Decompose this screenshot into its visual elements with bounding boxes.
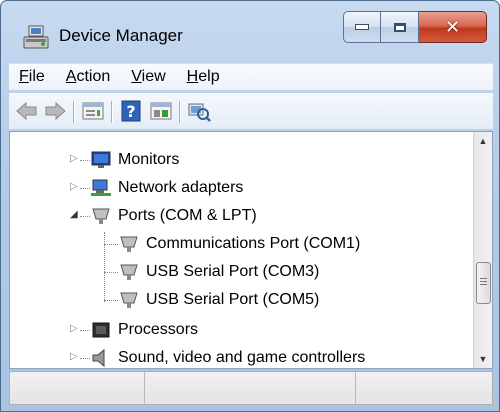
- device-manager-window: Device Manager ✕ File Action View Help ?…: [0, 0, 500, 412]
- tree-node-com5[interactable]: USB Serial Port (COM5): [118, 286, 319, 314]
- tree-connector: [104, 300, 118, 301]
- tree-node-monitors[interactable]: Monitors: [90, 146, 179, 174]
- maximize-icon: [393, 22, 406, 32]
- toolbar: ?: [9, 93, 493, 130]
- tree-connector: [80, 160, 90, 161]
- scrollbar-thumb[interactable]: [476, 262, 491, 304]
- scroll-down-arrow-icon[interactable]: ▼: [474, 350, 492, 368]
- minimize-button[interactable]: [343, 11, 381, 43]
- port-icon: [120, 236, 138, 252]
- maximize-button[interactable]: [381, 11, 419, 43]
- speaker-icon: [92, 348, 105, 368]
- monitor-icon: [91, 151, 111, 168]
- network-adapter-icon: [91, 179, 111, 196]
- menu-view[interactable]: View: [131, 68, 165, 86]
- device-tree[interactable]: ▷ Monitors ▷ Network adapters ◢ Ports (C…: [9, 131, 493, 369]
- close-icon: ✕: [444, 16, 461, 38]
- window-title: Device Manager: [59, 26, 183, 45]
- properties-icon[interactable]: [81, 99, 105, 123]
- tree-node-com1[interactable]: Communications Port (COM1): [118, 230, 360, 258]
- tree-node-com3[interactable]: USB Serial Port (COM3): [118, 258, 319, 286]
- device-manager-icon: [23, 25, 49, 49]
- tree-node-sound[interactable]: Sound, video and game controllers: [90, 344, 365, 368]
- update-driver-icon[interactable]: [149, 99, 173, 123]
- expand-arrow-icon[interactable]: ▷: [70, 351, 78, 362]
- expand-arrow-icon[interactable]: ▷: [70, 323, 78, 334]
- vertical-scrollbar[interactable]: ▲ ▼: [473, 132, 492, 368]
- menu-file[interactable]: File: [19, 68, 45, 86]
- grip-line: [480, 284, 487, 285]
- tree-connector: [104, 272, 118, 273]
- title-bar[interactable]: Device Manager ✕: [1, 1, 499, 63]
- tree-connector: [80, 358, 90, 359]
- grip-line: [480, 278, 487, 279]
- scan-hardware-icon[interactable]: [187, 99, 211, 123]
- expand-arrow-icon[interactable]: ▷: [70, 153, 78, 164]
- status-pane: [10, 372, 145, 404]
- toolbar-separator: [111, 101, 113, 123]
- toolbar-separator: [179, 101, 181, 123]
- tree-node-ports[interactable]: Ports (COM & LPT): [90, 202, 257, 230]
- close-button[interactable]: ✕: [419, 11, 487, 43]
- toolbar-separator: [73, 101, 75, 123]
- tree-connector: [80, 330, 90, 331]
- help-icon[interactable]: ?: [119, 99, 143, 123]
- processor-icon: [92, 322, 110, 338]
- forward-arrow-icon[interactable]: [43, 99, 67, 123]
- status-bar: [9, 371, 493, 405]
- svg-text:?: ?: [126, 102, 135, 121]
- menu-action[interactable]: Action: [66, 68, 110, 86]
- menu-bar: File Action View Help: [9, 63, 493, 90]
- tree-node-processors[interactable]: Processors: [90, 316, 198, 344]
- scroll-up-arrow-icon[interactable]: ▲: [474, 132, 492, 150]
- tree-connector: [104, 232, 105, 302]
- collapse-arrow-icon[interactable]: ◢: [70, 209, 78, 220]
- tree-connector: [104, 244, 118, 245]
- back-arrow-icon[interactable]: [15, 99, 39, 123]
- menu-help[interactable]: Help: [187, 68, 220, 86]
- tree-connector: [80, 188, 90, 189]
- port-icon: [120, 264, 138, 280]
- minimize-icon: [355, 24, 369, 30]
- port-icon: [120, 292, 138, 308]
- status-pane: [145, 372, 356, 404]
- tree-node-network-adapters[interactable]: Network adapters: [90, 174, 243, 202]
- port-icon: [92, 208, 110, 224]
- caption-buttons: ✕: [343, 11, 487, 43]
- grip-line: [480, 281, 487, 282]
- expand-arrow-icon[interactable]: ▷: [70, 181, 78, 192]
- tree-connector: [80, 216, 90, 217]
